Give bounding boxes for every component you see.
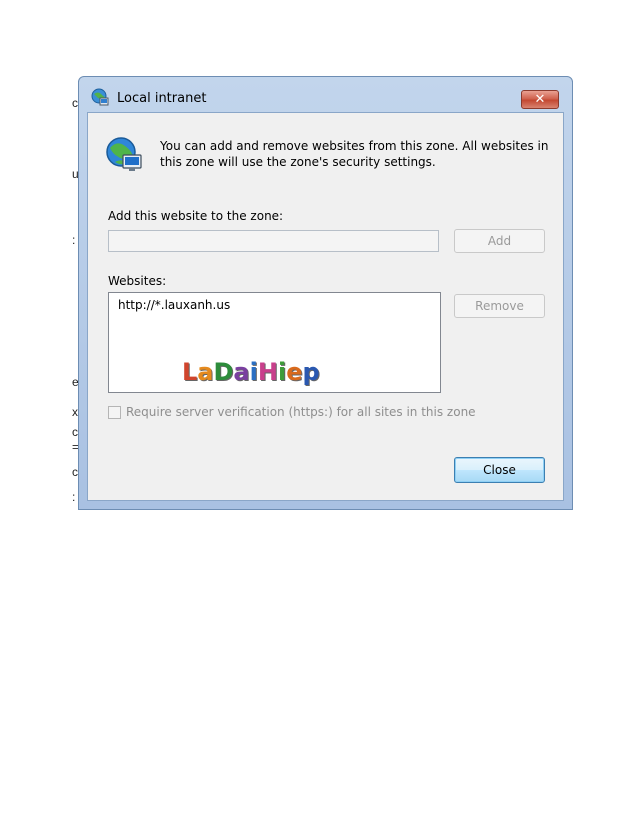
remove-button[interactable]: Remove	[454, 294, 545, 318]
websites-label: Websites:	[108, 274, 167, 288]
dialog-title: Local intranet	[117, 91, 207, 106]
zone-description: You can add and remove websites from thi…	[160, 139, 549, 169]
add-button[interactable]: Add	[454, 229, 545, 253]
require-https-checkbox[interactable]	[108, 406, 121, 419]
add-website-label: Add this website to the zone:	[108, 209, 284, 223]
close-icon: ✕	[534, 92, 546, 107]
websites-list[interactable]: http://*.lauxanh.us LaDaiHiep	[108, 292, 441, 393]
ladaihiep-watermark: LaDaiHiep	[182, 358, 320, 386]
background-text-fragment: :	[72, 490, 76, 504]
intranet-globe-icon	[91, 88, 109, 106]
add-website-input[interactable]	[108, 230, 439, 252]
globe-monitor-icon	[105, 136, 143, 174]
close-button[interactable]: Close	[454, 457, 545, 483]
dialog-body: You can add and remove websites from thi…	[87, 112, 564, 501]
title-bar[interactable]: Local intranet ✕	[79, 77, 572, 111]
background-text-fragment: :	[72, 233, 76, 247]
local-intranet-dialog: Local intranet ✕ You can add and remove …	[78, 76, 573, 510]
require-https-label: Require server verification (https:) for…	[126, 405, 476, 419]
close-window-button[interactable]: ✕	[521, 90, 559, 109]
list-item[interactable]: http://*.lauxanh.us	[118, 298, 230, 312]
